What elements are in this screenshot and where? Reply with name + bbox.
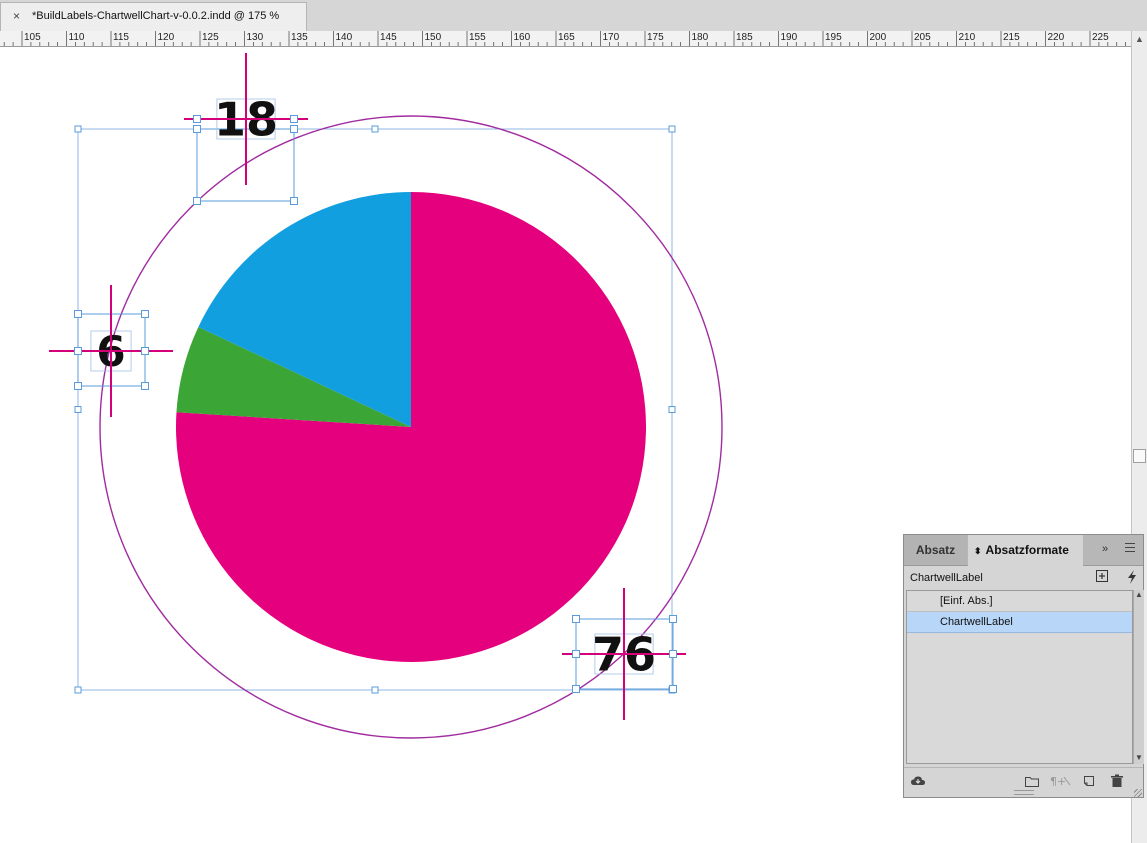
scroll-down-arrow-icon[interactable]: ▼	[1135, 753, 1143, 762]
cloud-library-icon[interactable]	[910, 774, 926, 788]
label-frame-handle[interactable]	[74, 310, 82, 318]
frame-handle[interactable]	[74, 686, 82, 694]
ruler-label: 210	[958, 32, 976, 43]
label-frame-handle[interactable]	[669, 615, 677, 623]
frame-handle[interactable]	[74, 406, 82, 413]
label-frame-handle[interactable]	[141, 347, 149, 355]
ruler-label: 155	[469, 32, 486, 43]
label-frame-handle[interactable]	[669, 685, 677, 693]
ruler-label: 200	[869, 32, 887, 43]
frame-handle[interactable]	[371, 125, 379, 133]
ruler-label: 160	[513, 32, 531, 43]
style-item-chartwelllabel[interactable]: ChartwellLabel	[907, 612, 1132, 633]
label-frame-handle[interactable]	[669, 650, 677, 658]
frame-handle[interactable]	[668, 125, 676, 133]
ruler-label: 120	[157, 32, 175, 43]
label-frame-handle[interactable]	[572, 685, 580, 693]
label-frame-handle[interactable]	[193, 115, 201, 123]
scroll-up-arrow-icon[interactable]: ▲	[1135, 590, 1143, 599]
ruler-label: 175	[647, 32, 664, 43]
ruler-label: 170	[602, 32, 620, 43]
label-frame-handle[interactable]	[290, 197, 298, 205]
delete-trash-icon[interactable]	[1109, 774, 1125, 788]
quick-apply-lightning-icon[interactable]	[1125, 569, 1139, 585]
label-frame-handle[interactable]	[572, 615, 580, 623]
tab-absatz[interactable]: Absatz	[904, 535, 967, 565]
panel-resize-grip[interactable]	[1014, 790, 1034, 795]
label-frame-handle[interactable]	[141, 382, 149, 390]
label-frame-handle[interactable]	[193, 125, 201, 133]
style-item-einf-abs[interactable]: [Einf. Abs.]	[907, 591, 1132, 612]
document-tab-bar: × *BuildLabels-ChartwellChart-v-0.0.2.in…	[0, 0, 1147, 32]
ruler-label: 145	[380, 32, 397, 43]
style-list-scrollbar[interactable]: ▲ ▼	[1133, 590, 1144, 764]
label-frame-handle[interactable]	[74, 347, 82, 355]
label-frame-handle[interactable]	[141, 310, 149, 318]
horizontal-ruler[interactable]: 105 110 115 120 125 130 135 140 145 150 155 160 165 1…	[0, 31, 1131, 47]
label-frame-handle[interactable]	[193, 197, 201, 205]
clear-overrides-icon[interactable]: ¶+	[1050, 774, 1072, 788]
label-frame-handle[interactable]	[572, 650, 580, 658]
frame-handle[interactable]	[74, 125, 82, 133]
create-style-from-selection-icon[interactable]	[1095, 569, 1109, 583]
style-list: [Einf. Abs.] ChartwellLabel	[906, 590, 1133, 764]
document-tab[interactable]: × *BuildLabels-ChartwellChart-v-0.0.2.in…	[0, 2, 307, 31]
scroll-up-arrow-icon[interactable]: ▲	[1135, 34, 1144, 44]
current-style-name: ChartwellLabel	[910, 572, 983, 584]
panel-footer: ¶+	[904, 767, 1143, 798]
panel-corner-resize-icon[interactable]	[1134, 789, 1142, 797]
label-frame-handle[interactable]	[74, 382, 82, 390]
ruler-label: 135	[291, 32, 308, 43]
ruler-label: 215	[1003, 32, 1020, 43]
panel-menu-icon[interactable]	[1125, 543, 1136, 555]
ruler-label: 140	[335, 32, 353, 43]
ruler-label: 180	[691, 32, 709, 43]
ruler-label: 205	[914, 32, 931, 43]
ruler-label: 165	[558, 32, 575, 43]
tab-absatzformate[interactable]: ⬍ Absatzformate	[968, 535, 1083, 566]
updown-arrows-icon: ⬍	[974, 546, 982, 556]
document-tab-title: *BuildLabels-ChartwellChart-v-0.0.2.indd…	[32, 10, 280, 22]
new-style-icon[interactable]	[1081, 774, 1097, 788]
ruler-label: 110	[68, 32, 85, 43]
ruler-label: 195	[825, 32, 842, 43]
ruler-label: 150	[424, 32, 442, 43]
new-group-folder-icon[interactable]	[1024, 774, 1040, 788]
ruler-label: 125	[202, 32, 219, 43]
ruler-label: 105	[24, 32, 41, 43]
ruler-label: 190	[780, 32, 798, 43]
ruler-label: 225	[1092, 32, 1109, 43]
panel-tab-bar: Absatz ⬍ Absatzformate »	[904, 535, 1143, 566]
tab-absatzformate-label: Absatzformate	[985, 543, 1069, 557]
close-tab-icon[interactable]: ×	[13, 9, 20, 23]
ruler-label: 185	[736, 32, 753, 43]
ruler-label: 220	[1047, 32, 1065, 43]
label-frame-handle[interactable]	[290, 115, 298, 123]
paragraph-styles-panel: Absatz ⬍ Absatzformate » ChartwellLabel […	[903, 534, 1144, 798]
scrollbar-thumb[interactable]	[1133, 449, 1146, 463]
ruler-label: 130	[246, 32, 264, 43]
frame-handle[interactable]	[371, 686, 379, 694]
label-frame-handle[interactable]	[290, 125, 298, 133]
collapse-panel-icon[interactable]: »	[1102, 543, 1108, 555]
ruler-label: 115	[113, 32, 129, 43]
frame-handle[interactable]	[668, 406, 676, 413]
svg-text:¶+: ¶+	[1050, 775, 1066, 788]
